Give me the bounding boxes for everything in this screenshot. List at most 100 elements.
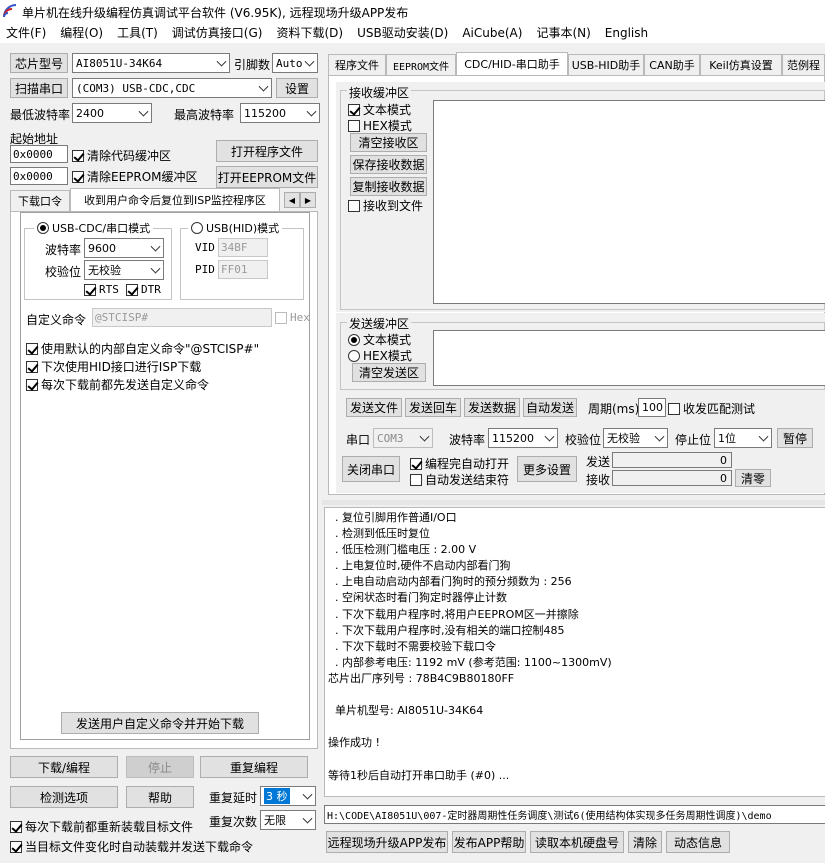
splitter[interactable] [322, 500, 825, 505]
log-output[interactable]: . 复位引脚用作普通I/O口 . 检测到低压时复位 . 低压检测门槛电压 : 2… [324, 507, 825, 797]
auto-open-checkbox[interactable]: 编程完自动打开 [410, 455, 509, 472]
receive-textarea[interactable] [433, 100, 825, 304]
check-options-button[interactable]: 检测选项 [10, 786, 118, 808]
clear-receive-button[interactable]: 清空接收区 [350, 133, 427, 152]
recv-hex-mode-checkbox[interactable]: HEX模式 [348, 117, 412, 134]
eeprom-address-input[interactable]: 0x0000 [10, 167, 68, 185]
dynamic-info-button[interactable]: 动态信息 [666, 831, 730, 853]
menu-debug[interactable]: 调试仿真接口(G) [172, 24, 263, 41]
open-program-file-button[interactable]: 打开程序文件 [216, 140, 318, 162]
log-line: . 检测到低压时复位 [328, 527, 430, 541]
tab-program-file[interactable]: 程序文件 [328, 54, 386, 76]
send-group-label: 发送缓冲区 [347, 315, 412, 332]
repeat-delay-select[interactable]: 3 秒 [260, 786, 316, 806]
send-textarea[interactable] [433, 330, 825, 386]
receive-to-file-checkbox[interactable]: 接收到文件 [348, 197, 423, 214]
settings-button[interactable]: 设置 [276, 78, 318, 98]
send-file-button[interactable]: 发送文件 [346, 398, 402, 417]
auto-send-button[interactable]: 自动发送 [523, 398, 577, 417]
stop-bits-select[interactable]: 1位 [714, 428, 772, 448]
min-baud-label: 最低波特率 [10, 108, 71, 122]
period-input[interactable]: 100 [638, 398, 666, 417]
chip-model-button[interactable]: 芯片型号 [10, 53, 68, 73]
log-line: . 低压检测门槛电压 : 2.00 V [328, 543, 477, 557]
checkbox-checked-icon [10, 840, 22, 853]
download-program-button[interactable]: 下载/编程 [10, 756, 118, 778]
max-baud-select[interactable]: 115200 [240, 103, 320, 123]
copy-receive-button[interactable]: 复制接收数据 [350, 177, 427, 196]
read-disk-id-button[interactable]: 读取本机硬盘号 [530, 831, 624, 853]
more-settings-button[interactable]: 更多设置 [517, 456, 577, 482]
clear-code-buffer-checkbox[interactable]: 清除代码缓冲区 [72, 147, 171, 164]
serial-parity-select[interactable]: 无校验 [603, 428, 668, 448]
menu-notepad[interactable]: 记事本(N) [536, 24, 590, 41]
menu-usb-driver[interactable]: USB驱动安装(D) [357, 24, 448, 41]
serial-baud-select[interactable]: 115200 [488, 428, 558, 448]
match-test-checkbox[interactable]: 收发匹配测试 [668, 400, 755, 417]
menu-program[interactable]: 编程(O) [60, 24, 103, 41]
port-select[interactable]: (COM3) USB-CDC,CDC [72, 78, 272, 98]
menu-bar: 文件(F) 编程(O) 工具(T) 调试仿真接口(G) 资料下载(D) USB驱… [0, 22, 825, 43]
tab-serial-helper[interactable]: CDC/HID-串口助手 [456, 52, 568, 76]
tab-scroll-right-icon[interactable]: ▶ [300, 192, 316, 208]
tab-scroll-left-icon[interactable]: ◀ [284, 192, 300, 208]
send-enter-button[interactable]: 发送回车 [405, 398, 461, 417]
send-text-mode-radio[interactable]: 文本模式 [348, 331, 411, 348]
stop-bits-label: 停止位 [675, 433, 712, 447]
tab-reset-to-isp[interactable]: 收到用户命令后复位到ISP监控程序区 [70, 188, 280, 212]
close-port-button[interactable]: 关闭串口 [342, 456, 400, 482]
clear-code-buffer-label: 清除代码缓冲区 [87, 149, 172, 163]
start-address-input[interactable]: 0x0000 [10, 145, 68, 163]
menu-tools[interactable]: 工具(T) [117, 24, 158, 41]
clear-send-button[interactable]: 清空发送区 [352, 363, 426, 382]
menu-download[interactable]: 资料下载(D) [276, 24, 343, 41]
publish-app-help-button[interactable]: 发布APP帮助 [452, 831, 526, 853]
menu-english[interactable]: English [605, 26, 648, 40]
clear-count-button[interactable]: 清零 [735, 469, 771, 487]
clear-log-button[interactable]: 清除 [628, 831, 662, 853]
auto-load-checkbox[interactable]: 当目标文件变化时自动装载并发送下载命令 [10, 838, 253, 855]
min-baud-value: 2400 [76, 106, 104, 120]
window-title: 单片机在线升级编程仿真调试平台软件 (V6.95K), 远程现场升级APP发布 [22, 6, 409, 20]
tab-eeprom-file[interactable]: EEPROM文件 [386, 54, 456, 76]
reload-before-download-checkbox[interactable]: 每次下载前都重新装载目标文件 [10, 818, 193, 835]
send-custom-command-button[interactable]: 发送用户自定义命令并开始下载 [61, 712, 259, 734]
tab-keil-settings[interactable]: Keil仿真设置 [700, 54, 782, 76]
menu-file[interactable]: 文件(F) [6, 24, 46, 41]
serial-baud-value: 115200 [492, 431, 534, 445]
tab-can-helper[interactable]: CAN助手 [644, 54, 700, 76]
left-tab-strip: 下载口令 收到用户命令后复位到ISP监控程序区 ◀ ▶ [10, 188, 318, 212]
tab-download-password[interactable]: 下载口令 [10, 190, 70, 212]
send-hex-mode-radio[interactable]: HEX模式 [348, 347, 412, 364]
min-baud-select[interactable]: 2400 [72, 103, 152, 123]
recv-text-mode-checkbox[interactable]: 文本模式 [348, 101, 411, 118]
auto-load-label: 当目标文件变化时自动装载并发送下载命令 [25, 840, 254, 854]
recv-count-label: 接收 [586, 473, 611, 487]
log-line: . 内部参考电压: 1192 mV (参考范围: 1100~1300mV) [328, 655, 612, 669]
repeat-count-select[interactable]: 无限 [260, 810, 316, 830]
open-eeprom-file-button[interactable]: 打开EEPROM文件 [216, 166, 318, 188]
send-text-mode-label: 文本模式 [363, 333, 412, 347]
match-test-label: 收发匹配测试 [683, 402, 756, 416]
send-data-button[interactable]: 发送数据 [464, 398, 520, 417]
chevron-down-icon [138, 106, 149, 117]
send-hex-mode-label: HEX模式 [363, 349, 412, 363]
remote-upgrade-publish-button[interactable]: 远程现场升级APP发布 [326, 831, 448, 853]
file-path-field[interactable]: H:\CODE\AI8051U\007-定时器周期性任务调度\测试6(使用结构体… [324, 805, 825, 824]
save-receive-button[interactable]: 保存接收数据 [350, 155, 427, 174]
clear-eeprom-buffer-checkbox[interactable]: 清除EEPROM缓冲区 [72, 168, 198, 185]
pin-count-select[interactable]: Auto [272, 53, 318, 73]
help-button[interactable]: 帮助 [126, 786, 194, 808]
tab-examples[interactable]: 范例程 [782, 54, 825, 76]
tab-usb-hid-helper[interactable]: USB-HID助手 [568, 54, 644, 76]
stop-button[interactable]: 停止 [126, 756, 194, 778]
serial-port-select[interactable]: COM3 [373, 428, 433, 448]
menu-aicube[interactable]: AiCube(A) [462, 26, 522, 40]
reprogram-button[interactable]: 重复编程 [200, 756, 308, 778]
pause-button[interactable]: 暂停 [777, 428, 813, 448]
auto-send-end-checkbox[interactable]: 自动发送结束符 [410, 471, 509, 488]
log-line: 等待1秒后自动打开串口助手 (#0) ... [328, 768, 510, 782]
scan-port-button[interactable]: 扫描串口 [10, 78, 68, 98]
chip-model-select[interactable]: AI8051U-34K64 [72, 53, 230, 73]
